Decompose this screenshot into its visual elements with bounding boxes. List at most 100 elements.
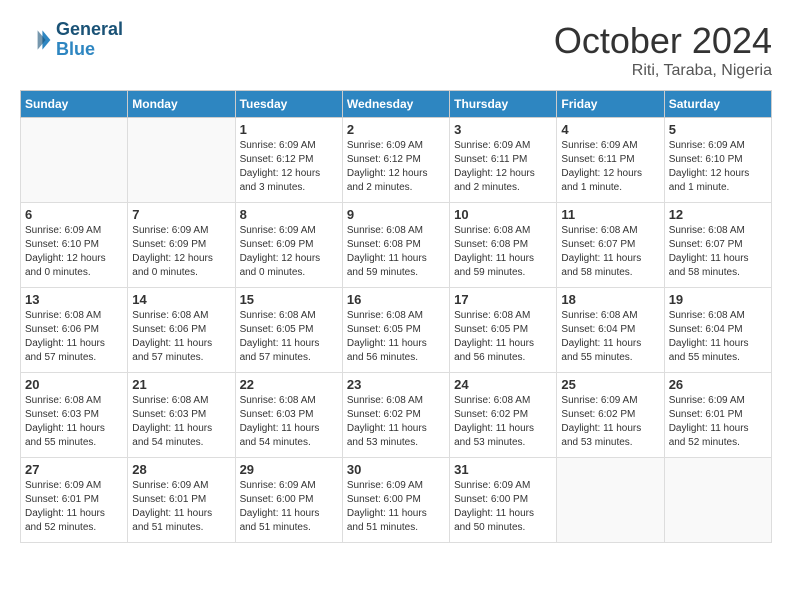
weekday-header-saturday: Saturday	[664, 91, 771, 118]
calendar-cell: 11 Sunrise: 6:08 AM Sunset: 6:07 PM Dayli…	[557, 203, 664, 288]
day-number: 28	[132, 462, 230, 477]
day-info: Sunrise: 6:09 AM Sunset: 6:09 PM Dayligh…	[132, 224, 230, 280]
day-info: Sunrise: 6:08 AM Sunset: 6:04 PM Dayligh…	[561, 309, 659, 365]
day-number: 5	[669, 122, 767, 137]
day-info: Sunrise: 6:08 AM Sunset: 6:05 PM Dayligh…	[240, 309, 338, 365]
calendar-cell: 26 Sunrise: 6:09 AM Sunset: 6:01 PM Dayli…	[664, 373, 771, 458]
day-number: 14	[132, 292, 230, 307]
day-info: Sunrise: 6:08 AM Sunset: 6:05 PM Dayligh…	[454, 309, 552, 365]
day-number: 24	[454, 377, 552, 392]
day-info: Sunrise: 6:08 AM Sunset: 6:05 PM Dayligh…	[347, 309, 445, 365]
calendar-cell: 14 Sunrise: 6:08 AM Sunset: 6:06 PM Dayli…	[128, 288, 235, 373]
day-number: 11	[561, 207, 659, 222]
week-row-3: 13 Sunrise: 6:08 AM Sunset: 6:06 PM Dayli…	[21, 288, 772, 373]
day-number: 3	[454, 122, 552, 137]
day-number: 20	[25, 377, 123, 392]
calendar-cell: 31Sunrise: 6:09 AM Sunset: 6:00 PM Dayli…	[450, 458, 557, 543]
day-info: Sunrise: 6:08 AM Sunset: 6:04 PM Dayligh…	[669, 309, 767, 365]
calendar-cell: 16Sunrise: 6:08 AM Sunset: 6:05 PM Dayli…	[342, 288, 449, 373]
week-row-2: 6Sunrise: 6:09 AM Sunset: 6:10 PM Daylig…	[21, 203, 772, 288]
day-info: Sunrise: 6:08 AM Sunset: 6:08 PM Dayligh…	[454, 224, 552, 280]
day-info: Sunrise: 6:09 AM Sunset: 6:00 PM Dayligh…	[240, 479, 338, 535]
day-number: 27	[25, 462, 123, 477]
day-info: Sunrise: 6:09 AM Sunset: 6:01 PM Dayligh…	[25, 479, 123, 535]
day-info: Sunrise: 6:08 AM Sunset: 6:07 PM Dayligh…	[561, 224, 659, 280]
day-info: Sunrise: 6:08 AM Sunset: 6:07 PM Dayligh…	[669, 224, 767, 280]
day-number: 18	[561, 292, 659, 307]
logo-text: General Blue	[56, 20, 123, 60]
day-number: 6	[25, 207, 123, 222]
day-number: 10	[454, 207, 552, 222]
week-row-5: 27 Sunrise: 6:09 AM Sunset: 6:01 PM Dayli…	[21, 458, 772, 543]
weekday-header-friday: Friday	[557, 91, 664, 118]
calendar-cell: 10 Sunrise: 6:08 AM Sunset: 6:08 PM Dayli…	[450, 203, 557, 288]
calendar-cell: 23Sunrise: 6:08 AM Sunset: 6:02 PM Dayli…	[342, 373, 449, 458]
calendar-header: SundayMondayTuesdayWednesdayThursdayFrid…	[21, 91, 772, 118]
day-info: Sunrise: 6:08 AM Sunset: 6:03 PM Dayligh…	[25, 394, 123, 450]
week-row-1: 1Sunrise: 6:09 AM Sunset: 6:12 PM Daylig…	[21, 118, 772, 203]
calendar-cell: 7Sunrise: 6:09 AM Sunset: 6:09 PM Daylig…	[128, 203, 235, 288]
logo: General Blue	[20, 20, 123, 60]
calendar-cell: 24Sunrise: 6:08 AM Sunset: 6:02 PM Dayli…	[450, 373, 557, 458]
day-info: Sunrise: 6:09 AM Sunset: 6:01 PM Dayligh…	[669, 394, 767, 450]
day-info: Sunrise: 6:09 AM Sunset: 6:12 PM Dayligh…	[347, 139, 445, 195]
day-info: Sunrise: 6:08 AM Sunset: 6:06 PM Dayligh…	[132, 309, 230, 365]
day-info: Sunrise: 6:09 AM Sunset: 6:01 PM Dayligh…	[132, 479, 230, 535]
calendar-cell	[128, 118, 235, 203]
day-info: Sunrise: 6:08 AM Sunset: 6:08 PM Dayligh…	[347, 224, 445, 280]
logo-general: General	[56, 19, 123, 39]
weekday-header-sunday: Sunday	[21, 91, 128, 118]
calendar-body: 1Sunrise: 6:09 AM Sunset: 6:12 PM Daylig…	[21, 118, 772, 543]
calendar-cell: 27 Sunrise: 6:09 AM Sunset: 6:01 PM Dayli…	[21, 458, 128, 543]
day-number: 22	[240, 377, 338, 392]
calendar-cell: 20 Sunrise: 6:08 AM Sunset: 6:03 PM Dayli…	[21, 373, 128, 458]
day-number: 25	[561, 377, 659, 392]
day-info: Sunrise: 6:08 AM Sunset: 6:03 PM Dayligh…	[132, 394, 230, 450]
logo-blue: Blue	[56, 40, 123, 60]
calendar-cell: 17 Sunrise: 6:08 AM Sunset: 6:05 PM Dayli…	[450, 288, 557, 373]
day-number: 29	[240, 462, 338, 477]
weekday-header-monday: Monday	[128, 91, 235, 118]
calendar-cell: 21 Sunrise: 6:08 AM Sunset: 6:03 PM Dayli…	[128, 373, 235, 458]
day-info: Sunrise: 6:09 AM Sunset: 6:11 PM Dayligh…	[561, 139, 659, 195]
day-info: Sunrise: 6:09 AM Sunset: 6:11 PM Dayligh…	[454, 139, 552, 195]
day-number: 21	[132, 377, 230, 392]
day-number: 13	[25, 292, 123, 307]
calendar-cell: 4Sunrise: 6:09 AM Sunset: 6:11 PM Daylig…	[557, 118, 664, 203]
calendar-cell: 9 Sunrise: 6:08 AM Sunset: 6:08 PM Daylig…	[342, 203, 449, 288]
day-info: Sunrise: 6:09 AM Sunset: 6:09 PM Dayligh…	[240, 224, 338, 280]
day-number: 9	[347, 207, 445, 222]
day-number: 26	[669, 377, 767, 392]
weekday-header-tuesday: Tuesday	[235, 91, 342, 118]
calendar-cell: 6Sunrise: 6:09 AM Sunset: 6:10 PM Daylig…	[21, 203, 128, 288]
calendar-cell: 18 Sunrise: 6:08 AM Sunset: 6:04 PM Dayli…	[557, 288, 664, 373]
logo-icon	[20, 24, 52, 56]
day-info: Sunrise: 6:09 AM Sunset: 6:10 PM Dayligh…	[669, 139, 767, 195]
day-number: 30	[347, 462, 445, 477]
day-number: 15	[240, 292, 338, 307]
calendar-cell: 19 Sunrise: 6:08 AM Sunset: 6:04 PM Dayli…	[664, 288, 771, 373]
weekday-header-wednesday: Wednesday	[342, 91, 449, 118]
day-number: 8	[240, 207, 338, 222]
calendar-cell: 28 Sunrise: 6:09 AM Sunset: 6:01 PM Dayli…	[128, 458, 235, 543]
month-title: October 2024	[554, 20, 772, 62]
day-number: 12	[669, 207, 767, 222]
week-row-4: 20 Sunrise: 6:08 AM Sunset: 6:03 PM Dayli…	[21, 373, 772, 458]
calendar-cell	[21, 118, 128, 203]
calendar-cell: 15 Sunrise: 6:08 AM Sunset: 6:05 PM Dayli…	[235, 288, 342, 373]
calendar-cell	[557, 458, 664, 543]
weekday-header-row: SundayMondayTuesdayWednesdayThursdayFrid…	[21, 91, 772, 118]
calendar-cell: 13Sunrise: 6:08 AM Sunset: 6:06 PM Dayli…	[21, 288, 128, 373]
calendar-cell: 12 Sunrise: 6:08 AM Sunset: 6:07 PM Dayli…	[664, 203, 771, 288]
day-info: Sunrise: 6:09 AM Sunset: 6:02 PM Dayligh…	[561, 394, 659, 450]
day-number: 23	[347, 377, 445, 392]
calendar-cell: 5 Sunrise: 6:09 AM Sunset: 6:10 PM Daylig…	[664, 118, 771, 203]
calendar-cell: 29 Sunrise: 6:09 AM Sunset: 6:00 PM Dayli…	[235, 458, 342, 543]
location: Riti, Taraba, Nigeria	[554, 62, 772, 80]
calendar-cell: 1Sunrise: 6:09 AM Sunset: 6:12 PM Daylig…	[235, 118, 342, 203]
day-number: 19	[669, 292, 767, 307]
day-info: Sunrise: 6:08 AM Sunset: 6:03 PM Dayligh…	[240, 394, 338, 450]
calendar-cell	[664, 458, 771, 543]
day-number: 17	[454, 292, 552, 307]
calendar-cell: 30Sunrise: 6:09 AM Sunset: 6:00 PM Dayli…	[342, 458, 449, 543]
